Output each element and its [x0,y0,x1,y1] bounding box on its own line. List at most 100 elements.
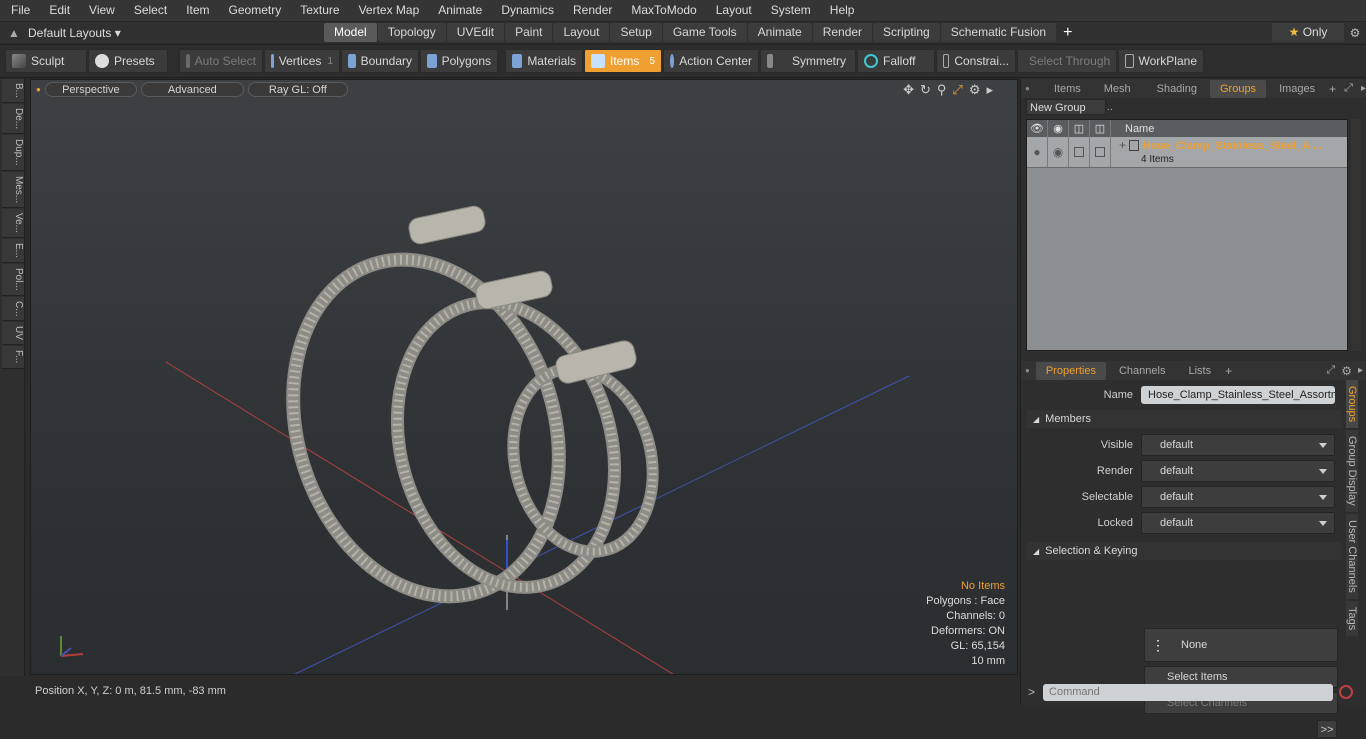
tab-channels[interactable]: Channels [1109,362,1175,380]
menu-help[interactable]: Help [819,0,863,21]
left-tab-basic[interactable]: B... [2,79,24,104]
add-props-tab-icon[interactable]: + [1225,364,1232,378]
boundary-button[interactable]: Boundary [341,49,419,73]
layout-preset-dropdown[interactable]: Default Layouts ▾ [28,26,324,40]
menu-system[interactable]: System [760,0,819,21]
menu-geometry[interactable]: Geometry [218,0,290,21]
menu-dynamics[interactable]: Dynamics [490,0,562,21]
viewport-play-icon[interactable]: ▸ [986,82,999,97]
tab-images[interactable]: Images [1269,80,1325,98]
polygons-button[interactable]: Polygons [420,49,498,73]
tab-groups[interactable]: Groups [1209,79,1267,98]
props-maximize-icon[interactable]: ⤢ [1326,364,1335,377]
groups-scrollbar[interactable] [1351,119,1361,351]
expand-icon[interactable]: ▲ [0,26,28,40]
props-menu-icon[interactable]: ● [1025,366,1030,375]
perspective-dropdown[interactable]: Perspective [44,82,137,97]
left-tab-edge[interactable]: E... [2,239,24,264]
move-view-icon[interactable]: ✥ [903,82,920,97]
side-tab-tags[interactable]: Tags [1346,600,1358,636]
constraints-button[interactable]: Constrai... [936,49,1016,73]
name-col-header[interactable]: Name [1125,123,1154,135]
left-tab-polygon[interactable]: Pol... [2,264,24,296]
tab-shading[interactable]: Shading [1147,80,1207,98]
menu-maxtomodo[interactable]: MaxToModo [620,0,704,21]
tab-model[interactable]: Model [324,23,377,42]
left-tab-curve[interactable]: C... [2,296,24,322]
3d-viewport[interactable]: ● Perspective Advanced Ray GL: Off ✥↻⚲⤢⚙… [30,79,1018,675]
gear-icon[interactable]: ⚙ [1344,26,1366,40]
visibility-col-icon[interactable]: 👁 [1027,120,1048,137]
render-dropdown[interactable]: default [1141,460,1335,482]
tab-layout[interactable]: Layout [553,23,610,42]
eye-icon[interactable]: ● [1027,137,1048,167]
auto-select-button[interactable]: Auto Select [179,49,263,73]
name-field[interactable]: Hose_Clamp_Stainless_Steel_Assortm [1141,386,1335,404]
rotate-view-icon[interactable]: ↻ [920,82,937,97]
tab-lists[interactable]: Lists [1178,362,1221,380]
maximize-icon[interactable]: ⤢ [1344,82,1353,95]
selectable-dropdown[interactable]: default [1141,486,1335,508]
members-section[interactable]: ◢ Members [1027,410,1341,428]
tab-animate[interactable]: Animate [747,23,812,42]
left-tab-duplicate[interactable]: Dup... [2,135,24,171]
side-tab-groups[interactable]: Groups [1346,380,1358,429]
only-toggle[interactable]: ★ Only [1272,23,1344,42]
menu-animate[interactable]: Animate [427,0,490,21]
tab-items[interactable]: Items [1044,80,1091,98]
menu-vertex-map[interactable]: Vertex Map [348,0,428,21]
tab-uvedit[interactable]: UVEdit [446,23,505,42]
menu-texture[interactable]: Texture [289,0,347,21]
symmetry-button[interactable]: Symmetry [760,49,856,73]
left-tab-uv[interactable]: UV [2,322,24,346]
vertices-button[interactable]: Vertices 1 [264,49,340,73]
left-tab-fusion[interactable]: F... [2,346,24,369]
left-tab-deform[interactable]: De... [2,104,24,135]
props-gear-icon[interactable]: ⚙ [1341,364,1352,378]
presets-button[interactable]: Presets [88,49,168,73]
menu-layout[interactable]: Layout [705,0,760,21]
materials-button[interactable]: Materials [505,49,583,73]
viewport-menu-icon[interactable]: ● [36,85,41,94]
locked-dropdown[interactable]: default [1141,512,1335,534]
items-button[interactable]: Items 5 [584,49,662,73]
keying-none-button[interactable]: ⋮ None [1144,628,1338,662]
props-arrow-icon[interactable]: ▸ [1358,365,1363,376]
tab-game-tools[interactable]: Game Tools [662,23,747,42]
falloff-button[interactable]: Falloff [857,49,935,73]
render-icon[interactable]: ◉ [1048,137,1069,167]
shading-dropdown[interactable]: Advanced [140,82,244,97]
selection-keying-section[interactable]: ◢ Selection & Keying [1027,542,1341,560]
select-col-icon[interactable]: ◫ [1090,120,1111,137]
new-group-button[interactable]: New Group [1026,99,1106,115]
select-through-button[interactable]: Select Through [1017,49,1117,73]
record-icon[interactable] [1339,685,1354,699]
sculpt-button[interactable]: Sculpt [5,49,87,73]
action-center-button[interactable]: Action Center [663,49,759,73]
add-panel-tab-icon[interactable]: + [1329,82,1336,96]
panel-arrow-icon[interactable]: ▸ [1361,83,1366,94]
tab-render[interactable]: Render [812,23,873,42]
menu-select[interactable]: Select [123,0,175,21]
menu-item[interactable]: Item [175,0,217,21]
tab-setup[interactable]: Setup [610,23,662,42]
tab-paint[interactable]: Paint [505,23,553,42]
tab-properties[interactable]: Properties [1035,361,1106,380]
left-tab-vertex[interactable]: Ve... [2,209,24,239]
lock-checkbox[interactable] [1069,137,1090,167]
left-tab-mesh-edit[interactable]: Mes... [2,171,24,209]
tab-schematic-fusion[interactable]: Schematic Fusion [940,23,1057,42]
raygl-toggle[interactable]: Ray GL: Off [247,82,348,97]
menu-render[interactable]: Render [562,0,620,21]
tab-mesh[interactable]: Mesh ... [1094,80,1144,113]
zoom-view-icon[interactable]: ⚲ [937,82,953,97]
visible-dropdown[interactable]: default [1141,434,1335,456]
tab-topology[interactable]: Topology [377,23,446,42]
workplane-button[interactable]: WorkPlane [1118,49,1204,73]
tab-scripting[interactable]: Scripting [873,23,940,42]
expand-plus-icon[interactable]: + [1119,138,1126,152]
render-col-icon[interactable]: ◉ [1048,120,1069,137]
viewport-gear-icon[interactable]: ⚙ [969,82,987,97]
menu-edit[interactable]: Edit [38,0,78,21]
menu-file[interactable]: File [0,0,38,21]
